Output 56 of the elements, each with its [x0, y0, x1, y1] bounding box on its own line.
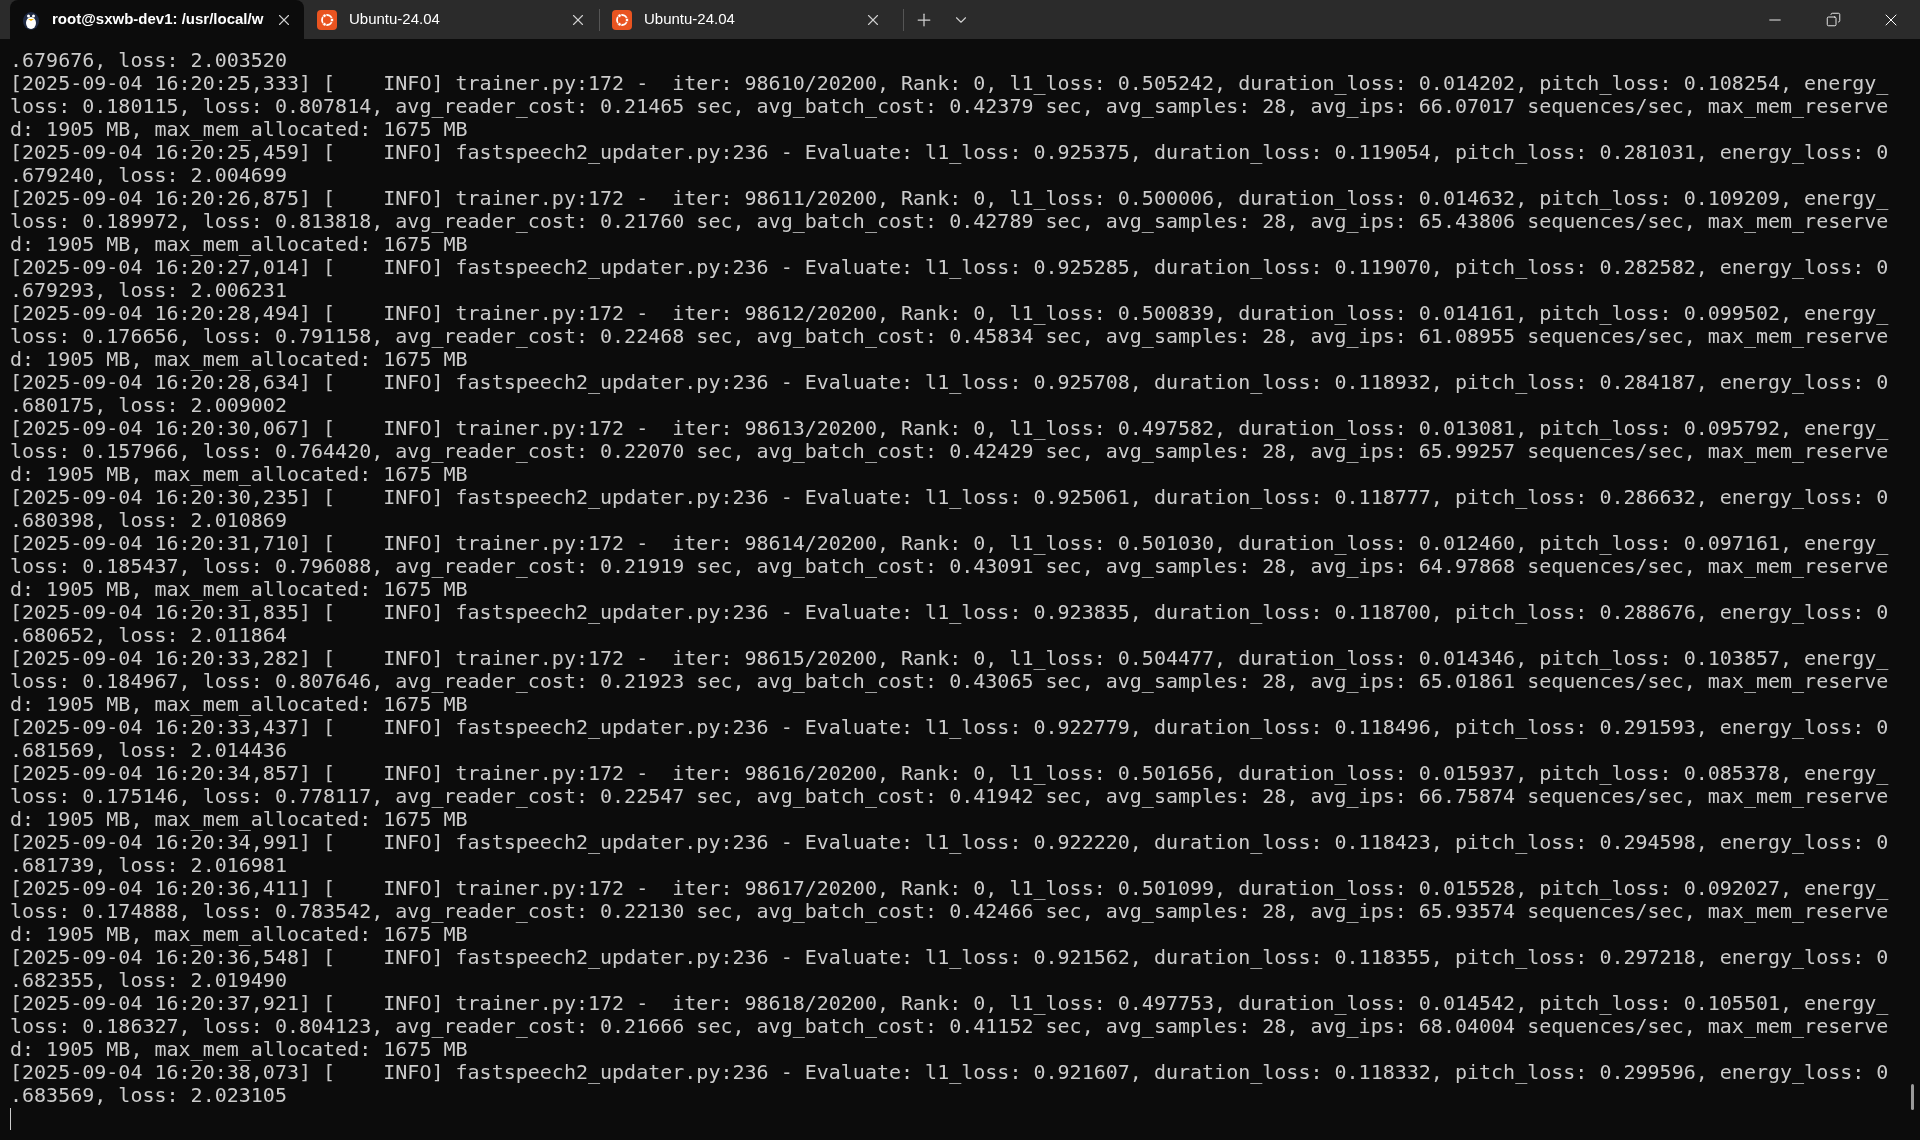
terminal-line: d: 1905 MB, max_mem_allocated: 1675 MB [10, 808, 468, 831]
terminal-line: d: 1905 MB, max_mem_allocated: 1675 MB [10, 1038, 468, 1061]
terminal-line: .683569, loss: 2.023105 [10, 1084, 287, 1107]
scrollbar-thumb[interactable] [1911, 1084, 1914, 1110]
ubuntu-icon [612, 9, 632, 30]
restore-icon[interactable] [1825, 12, 1841, 27]
terminal-line: [2025-09-04 16:20:34,991] [ INFO] fastspeech2_updater.py:236 - Evaluate: l1_loss: 0.922220, duration_loss: 0.118423, pitch_loss: 0.294598, energy_loss: 0 [10, 831, 1889, 854]
terminal-line: [2025-09-04 16:20:25,333] [ INFO] trainer.py:172 - iter: 98610/20200, Rank: 0, l1_loss: 0.505242, duration_loss: 0.014202, pitch_loss: 0.108254, energy_ [10, 72, 1889, 95]
text-cursor [10, 1108, 11, 1130]
terminal-line: [2025-09-04 16:20:33,437] [ INFO] fastspeech2_updater.py:236 - Evaluate: l1_loss: 0.922779, duration_loss: 0.118496, pitch_loss: 0.291593, energy_loss: 0 [10, 716, 1889, 739]
terminal-line: [2025-09-04 16:20:27,014] [ INFO] fastspeech2_updater.py:236 - Evaluate: l1_loss: 0.925285, duration_loss: 0.119070, pitch_loss: 0.282582, energy_loss: 0 [10, 256, 1889, 279]
terminal-line: loss: 0.175146, loss: 0.778117, avg_reader_cost: 0.22547 sec, avg_batch_cost: 0.41942 sec, avg_samples: 28, avg_ips: 66.75874 sequences/sec, max_mem_reserve [10, 785, 1889, 808]
terminal-line: [2025-09-04 16:20:28,494] [ INFO] trainer.py:172 - iter: 98612/20200, Rank: 0, l1_loss: 0.500839, duration_loss: 0.014161, pitch_loss: 0.099502, energy_ [10, 302, 1889, 325]
terminal-tab[interactable]: root@sxwb-dev1: /usr/local/w [10, 0, 304, 39]
terminal-line: loss: 0.184967, loss: 0.807646, avg_reader_cost: 0.21923 sec, avg_batch_cost: 0.43065 sec, avg_samples: 28, avg_ips: 65.01861 sequences/sec, max_mem_reserve [10, 670, 1889, 693]
terminal-line: [2025-09-04 16:20:30,235] [ INFO] fastspeech2_updater.py:236 - Evaluate: l1_loss: 0.925061, duration_loss: 0.118777, pitch_loss: 0.286632, energy_loss: 0 [10, 486, 1889, 509]
terminal-line: d: 1905 MB, max_mem_allocated: 1675 MB [10, 693, 468, 716]
terminal-line: [2025-09-04 16:20:26,875] [ INFO] trainer.py:172 - iter: 98611/20200, Rank: 0, l1_loss: 0.500006, duration_loss: 0.014632, pitch_loss: 0.109209, energy_ [10, 187, 1889, 210]
tab-title: root@sxwb-dev1: /usr/local/w [52, 9, 264, 30]
terminal-line: loss: 0.180115, loss: 0.807814, avg_reader_cost: 0.21465 sec, avg_batch_cost: 0.42379 sec, avg_samples: 28, avg_ips: 66.07017 sequences/sec, max_mem_reserve [10, 95, 1889, 118]
terminal-line: d: 1905 MB, max_mem_allocated: 1675 MB [10, 923, 468, 946]
terminal-line: d: 1905 MB, max_mem_allocated: 1675 MB [10, 463, 468, 486]
terminal-line: [2025-09-04 16:20:36,411] [ INFO] trainer.py:172 - iter: 98617/20200, Rank: 0, l1_loss: 0.501099, duration_loss: 0.015528, pitch_loss: 0.092027, energy_ [10, 877, 1889, 900]
terminal-line: loss: 0.157966, loss: 0.764420, avg_reader_cost: 0.22070 sec, avg_batch_cost: 0.42429 sec, avg_samples: 28, avg_ips: 65.99257 sequences/sec, max_mem_reserve [10, 440, 1889, 463]
terminal-line: .680398, loss: 2.010869 [10, 509, 287, 532]
terminal-line: .681739, loss: 2.016981 [10, 854, 287, 877]
tab-title: Ubuntu-24.04 [644, 9, 736, 30]
tab-title: Ubuntu-24.04 [349, 9, 441, 30]
terminal-line: loss: 0.176656, loss: 0.791158, avg_reader_cost: 0.22468 sec, avg_batch_cost: 0.45834 sec, avg_samples: 28, avg_ips: 61.08955 sequences/sec, max_mem_reserve [10, 325, 1889, 348]
terminal-line: .681569, loss: 2.014436 [10, 739, 287, 762]
terminal-line: d: 1905 MB, max_mem_allocated: 1675 MB [10, 233, 468, 256]
terminal-line: .679676, loss: 2.003520 [10, 49, 287, 72]
terminal-line: [2025-09-04 16:20:25,459] [ INFO] fastspeech2_updater.py:236 - Evaluate: l1_loss: 0.925375, duration_loss: 0.119054, pitch_loss: 0.281031, energy_loss: 0 [10, 141, 1889, 164]
terminal-line: loss: 0.186327, loss: 0.804123, avg_reader_cost: 0.21666 sec, avg_batch_cost: 0.41152 sec, avg_samples: 28, avg_ips: 68.04004 sequences/sec, max_mem_reserve [10, 1015, 1889, 1038]
terminal-line: loss: 0.185437, loss: 0.796088, avg_reader_cost: 0.21919 sec, avg_batch_cost: 0.43091 sec, avg_samples: 28, avg_ips: 64.97868 sequences/sec, max_mem_reserve [10, 555, 1889, 578]
terminal-line: [2025-09-04 16:20:37,921] [ INFO] trainer.py:172 - iter: 98618/20200, Rank: 0, l1_loss: 0.497753, duration_loss: 0.014542, pitch_loss: 0.105501, energy_ [10, 992, 1889, 1015]
terminal-line: [2025-09-04 16:20:31,835] [ INFO] fastspeech2_updater.py:236 - Evaluate: l1_loss: 0.923835, duration_loss: 0.118700, pitch_loss: 0.288676, energy_loss: 0 [10, 601, 1889, 624]
terminal-line: d: 1905 MB, max_mem_allocated: 1675 MB [10, 118, 468, 141]
terminal-line: [2025-09-04 16:20:28,634] [ INFO] fastspeech2_updater.py:236 - Evaluate: l1_loss: 0.925708, duration_loss: 0.118932, pitch_loss: 0.284187, energy_loss: 0 [10, 371, 1889, 394]
terminal-line: .680175, loss: 2.009002 [10, 394, 287, 417]
terminal-line: d: 1905 MB, max_mem_allocated: 1675 MB [10, 348, 468, 371]
terminal-line: [2025-09-04 16:20:34,857] [ INFO] trainer.py:172 - iter: 98616/20200, Rank: 0, l1_loss: 0.501656, duration_loss: 0.015937, pitch_loss: 0.085378, energy_ [10, 762, 1889, 785]
terminal-line: loss: 0.189972, loss: 0.813818, avg_reader_cost: 0.21760 sec, avg_batch_cost: 0.42789 sec, avg_samples: 28, avg_ips: 65.43806 sequences/sec, max_mem_reserve [10, 210, 1889, 233]
penguin-icon [22, 9, 40, 30]
terminal-line: [2025-09-04 16:20:31,710] [ INFO] trainer.py:172 - iter: 98614/20200, Rank: 0, l1_loss: 0.501030, duration_loss: 0.012460, pitch_loss: 0.097161, energy_ [10, 532, 1889, 555]
terminal-line: [2025-09-04 16:20:36,548] [ INFO] fastspeech2_updater.py:236 - Evaluate: l1_loss: 0.921562, duration_loss: 0.118355, pitch_loss: 0.297218, energy_loss: 0 [10, 946, 1889, 969]
terminal-line: loss: 0.174888, loss: 0.783542, avg_reader_cost: 0.22130 sec, avg_batch_cost: 0.42466 sec, avg_samples: 28, avg_ips: 65.93574 sequences/sec, max_mem_reserve [10, 900, 1889, 923]
terminal-line: [2025-09-04 16:20:38,073] [ INFO] fastspeech2_updater.py:236 - Evaluate: l1_loss: 0.921607, duration_loss: 0.118332, pitch_loss: 0.299596, energy_loss: 0 [10, 1061, 1889, 1084]
ubuntu-icon [317, 9, 337, 30]
terminal-line: .682355, loss: 2.019490 [10, 969, 287, 992]
terminal-line: .679240, loss: 2.004699 [10, 164, 287, 187]
terminal-line: [2025-09-04 16:20:30,067] [ INFO] trainer.py:172 - iter: 98613/20200, Rank: 0, l1_loss: 0.497582, duration_loss: 0.013081, pitch_loss: 0.095792, energy_ [10, 417, 1889, 440]
terminal-line: .679293, loss: 2.006231 [10, 279, 287, 302]
terminal-line: .680652, loss: 2.011864 [10, 624, 287, 647]
terminal-line: d: 1905 MB, max_mem_allocated: 1675 MB [10, 578, 468, 601]
terminal-line: [2025-09-04 16:20:33,282] [ INFO] trainer.py:172 - iter: 98615/20200, Rank: 0, l1_loss: 0.504477, duration_loss: 0.014346, pitch_loss: 0.103857, energy_ [10, 647, 1889, 670]
